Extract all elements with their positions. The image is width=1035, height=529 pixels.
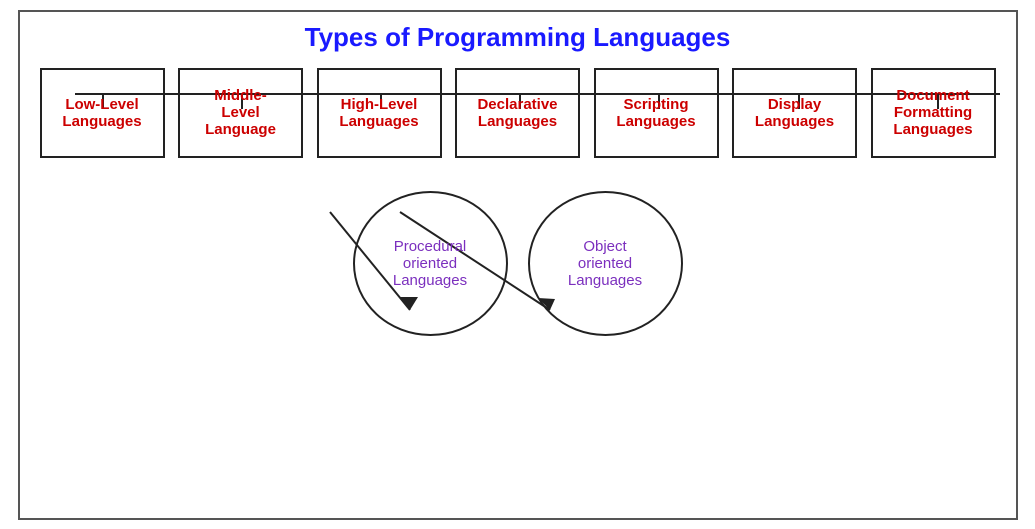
diagram-container: Types of Programming Languages Low-Level…	[18, 10, 1018, 520]
middle-level-box: Middle-LevelLanguage	[178, 68, 303, 158]
scripting-label: ScriptingLanguages	[616, 96, 695, 130]
low-level-label: Low-LevelLanguages	[62, 96, 141, 130]
scripting-box: ScriptingLanguages	[594, 68, 719, 158]
high-level-label: High-LevelLanguages	[339, 96, 418, 130]
circles-row: ProceduralorientedLanguages Objectorient…	[30, 191, 1006, 336]
bottom-section: ProceduralorientedLanguages Objectorient…	[30, 176, 1006, 336]
procedural-circle: ProceduralorientedLanguages	[353, 191, 508, 336]
document-formatting-label: DocumentFormattingLanguages	[893, 87, 972, 138]
document-formatting-box: DocumentFormattingLanguages	[871, 68, 996, 158]
procedural-label: ProceduralorientedLanguages	[393, 238, 467, 289]
declarative-box: DeclarativeLanguages	[455, 68, 580, 158]
high-level-box: High-LevelLanguages	[317, 68, 442, 158]
diagram-title: Types of Programming Languages	[30, 22, 1006, 53]
display-label: DisplayLanguages	[755, 96, 834, 130]
middle-level-label: Middle-LevelLanguage	[205, 87, 276, 138]
object-oriented-circle: ObjectorientedLanguages	[528, 191, 683, 336]
low-level-box: Low-LevelLanguages	[40, 68, 165, 158]
declarative-label: DeclarativeLanguages	[477, 96, 557, 130]
object-oriented-label: ObjectorientedLanguages	[568, 238, 642, 289]
display-box: DisplayLanguages	[732, 68, 857, 158]
boxes-row: Low-LevelLanguages Middle-LevelLanguage …	[30, 68, 1006, 158]
